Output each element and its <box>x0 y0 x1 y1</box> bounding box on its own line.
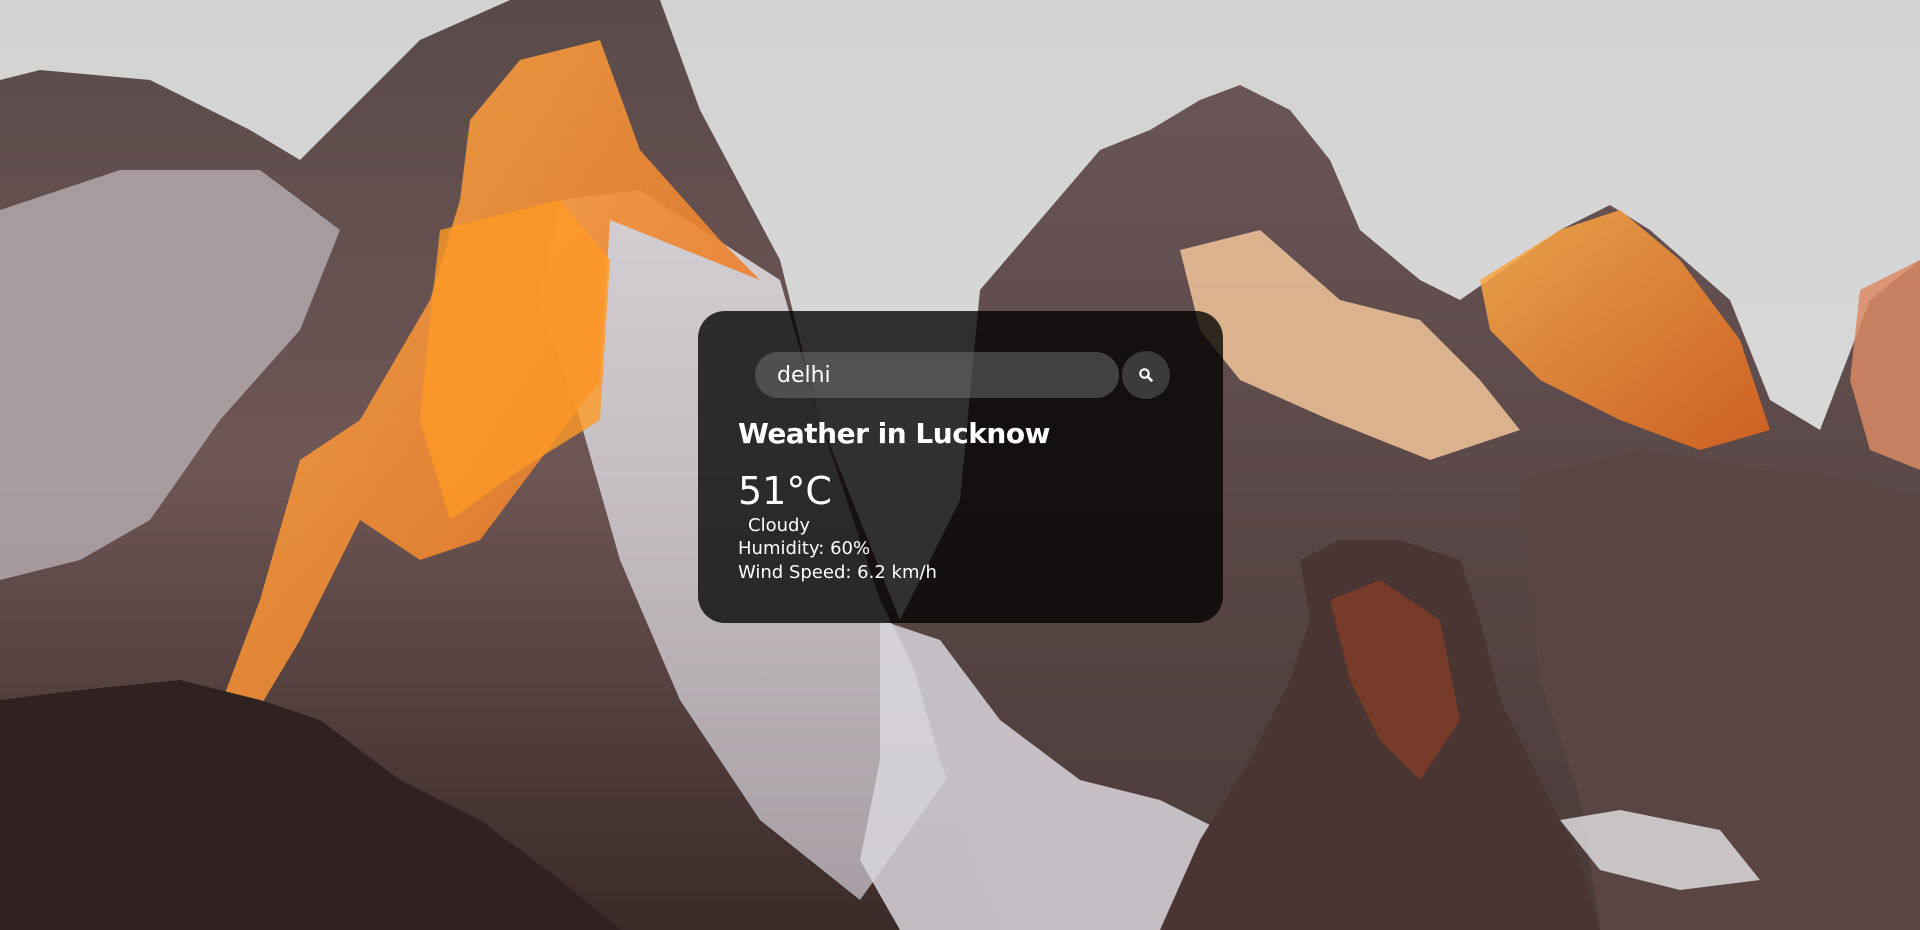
description-row: Cloudy <box>738 515 1183 537</box>
humidity: Humidity: 60% <box>738 538 871 559</box>
search-input[interactable] <box>755 352 1119 398</box>
temperature: 51°C <box>738 469 832 513</box>
city-title: Weather in Lucknow <box>738 417 1050 450</box>
search-bar <box>755 351 1183 399</box>
wind-speed: Wind Speed: 6.2 km/h <box>738 562 937 583</box>
weather-page: Weather in Lucknow 51°C Cloudy Humidity:… <box>0 0 1920 930</box>
search-button[interactable] <box>1122 351 1170 399</box>
weather-description: Cloudy <box>748 515 811 536</box>
search-icon <box>1139 368 1153 382</box>
weather-card: Weather in Lucknow 51°C Cloudy Humidity:… <box>698 311 1223 623</box>
weather-icon <box>738 515 748 537</box>
